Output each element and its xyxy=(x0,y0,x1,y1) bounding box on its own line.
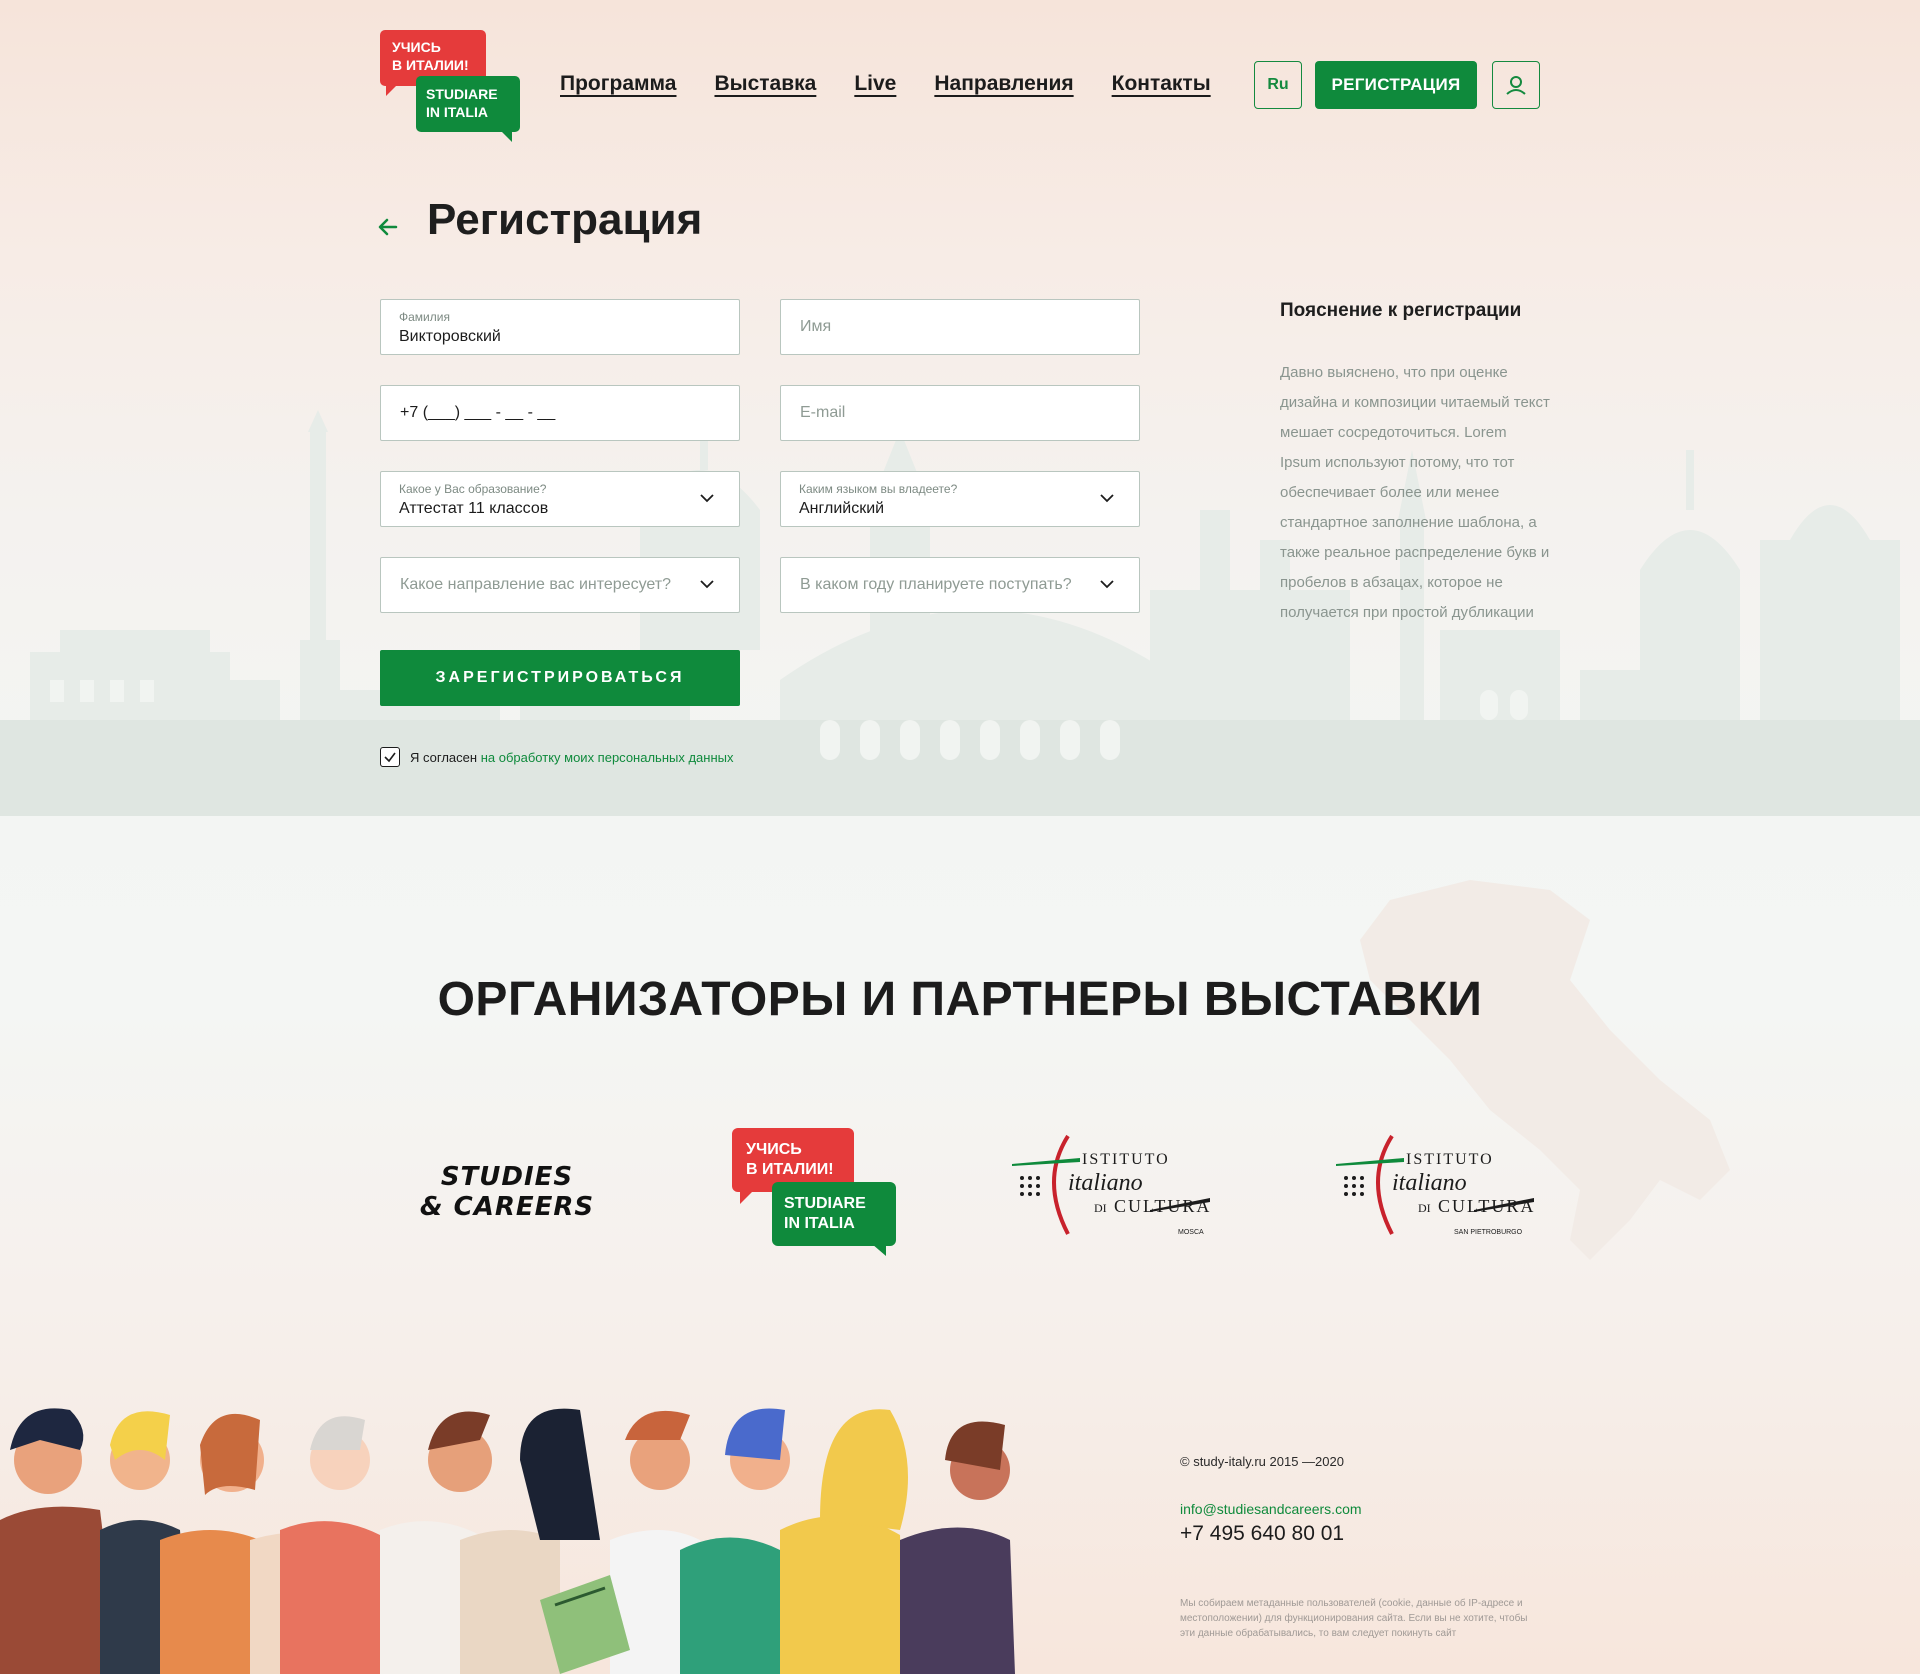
arrow-left-icon[interactable] xyxy=(376,215,402,239)
language-button[interactable]: Ru xyxy=(1254,61,1302,109)
chevron-down-icon xyxy=(700,494,714,503)
education-select[interactable]: Какое у Вас образование? Аттестат 11 кла… xyxy=(380,471,740,527)
account-button[interactable] xyxy=(1492,61,1540,109)
year-select[interactable]: В каком году планируете поступать? xyxy=(780,557,1140,613)
istituto-spb-city: SAN PIETROBURGO xyxy=(1454,1229,1523,1236)
logo-line1: УЧИСЬ xyxy=(392,39,441,55)
copyright-text: © study-italy.ru 2015 —2020 xyxy=(1180,1454,1344,1469)
students-illustration xyxy=(0,1408,1015,1674)
consent-label: Я согласен xyxy=(410,749,478,765)
page: УЧИСЬ В ИТАЛИИ! STUDIARE IN ITALIA Прогр… xyxy=(0,0,1920,1674)
studiare-logo[interactable]: УЧИСЬ В ИТАЛИИ! STUDIARE IN ITALIA xyxy=(380,30,520,142)
page-title: Регистрация xyxy=(427,195,703,244)
email-field[interactable]: E-mail xyxy=(780,385,1140,441)
istituto-san-pietroburgo-logo[interactable]: ISTITUTO italiano DI CULTURA SAN PIETROB… xyxy=(1334,1130,1534,1240)
direction-select[interactable]: Какое направление вас интересует? xyxy=(380,557,740,613)
language-value: Английский xyxy=(799,500,885,517)
consent-checkbox[interactable] xyxy=(380,747,400,767)
istituto-spb-line2: italiano xyxy=(1392,1170,1467,1196)
chevron-down-icon xyxy=(1100,494,1114,503)
consent-text: Я согласен на обработку моих персональны… xyxy=(410,750,733,765)
phone-value: +7 (___) ___ - __ - __ xyxy=(400,404,556,421)
nav-link-contacts[interactable]: Контакты xyxy=(1112,72,1211,96)
nav-link-exhibition[interactable]: Выставка xyxy=(714,72,816,96)
studies-careers-line1: STUDIES xyxy=(440,1162,574,1192)
user-icon xyxy=(1506,76,1526,95)
istituto-mosca-line2: italiano xyxy=(1068,1170,1143,1196)
istituto-spb-line4: CULTURA xyxy=(1438,1196,1534,1216)
footer-email-link[interactable]: info@studiesandcareers.com xyxy=(1180,1501,1362,1517)
explanation-title: Пояснение к регистрации xyxy=(1280,300,1522,321)
direction-placeholder: Какое направление вас интересует? xyxy=(400,576,672,593)
istituto-mosca-line4: CULTURA xyxy=(1114,1196,1210,1216)
main-nav: Программа Выставка Live Направления Конт… xyxy=(560,72,1211,96)
language-select[interactable]: Каким языком вы владеете? Английский xyxy=(780,471,1140,527)
education-label: Какое у Вас образование? xyxy=(399,482,547,496)
education-value: Аттестат 11 классов xyxy=(399,500,549,517)
partners-title: ОРГАНИЗАТОРЫ И ПАРТНЕРЫ ВЫСТАВКИ xyxy=(437,973,1483,1026)
first-name-field[interactable]: Имя xyxy=(780,299,1140,355)
explanation-text: Давно выяснено, что при оценке дизайна и… xyxy=(1280,364,1550,621)
submit-registration-button[interactable]: ЗАРЕГИСТРИРОВАТЬСЯ xyxy=(380,650,740,706)
last-name-value: Викторовский xyxy=(399,328,501,345)
last-name-field[interactable]: Фамилия Викторовский xyxy=(380,299,740,355)
studiare-partner-logo[interactable]: УЧИСЬ В ИТАЛИИ! STUDIARE IN ITALIA xyxy=(732,1128,896,1256)
header-register-button[interactable]: РЕГИСТРАЦИЯ xyxy=(1315,61,1477,109)
studies-careers-line2: & CAREERS xyxy=(419,1192,595,1222)
email-placeholder: E-mail xyxy=(800,404,846,421)
nav-link-live[interactable]: Live xyxy=(854,72,896,96)
nav-link-program[interactable]: Программа xyxy=(560,72,676,96)
istituto-spb-line1: ISTITUTO xyxy=(1406,1151,1494,1168)
consent-link[interactable]: на обработку моих персональных данных xyxy=(481,750,734,765)
istituto-mosca-line3: DI xyxy=(1094,1201,1107,1215)
last-name-label: Фамилия xyxy=(399,310,450,324)
partner-logo-line4: IN ITALIA xyxy=(784,1215,855,1232)
first-name-placeholder: Имя xyxy=(800,318,832,335)
studies-careers-logo[interactable]: STUDIES & CAREERS xyxy=(402,1162,612,1222)
partner-logo-line3: STUDIARE xyxy=(784,1195,866,1212)
nav-link-directions[interactable]: Направления xyxy=(934,72,1073,96)
phone-field[interactable]: +7 (___) ___ - __ - __ xyxy=(380,385,740,441)
chevron-down-icon xyxy=(1100,580,1114,589)
logo-line4: IN ITALIA xyxy=(426,104,488,120)
partner-logo-line1: УЧИСЬ xyxy=(746,1141,802,1158)
footer-phone[interactable]: +7 495 640 80 01 xyxy=(1180,1522,1344,1546)
cookie-notice: Мы собираем метаданные пользователей (co… xyxy=(1180,1598,1528,1639)
logo-line2: В ИТАЛИИ! xyxy=(392,57,469,73)
chevron-down-icon xyxy=(700,580,714,589)
istituto-spb-line3: DI xyxy=(1418,1201,1431,1215)
istituto-mosca-logo[interactable]: ISTITUTO italiano DI CULTURA MOSCA xyxy=(1010,1130,1210,1240)
logo-line3: STUDIARE xyxy=(426,86,498,102)
italy-map-illustration xyxy=(1360,880,1730,1260)
istituto-mosca-city: MOSCA xyxy=(1178,1229,1204,1236)
year-placeholder: В каком году планируете поступать? xyxy=(800,576,1072,593)
partner-logo-line2: В ИТАЛИИ! xyxy=(746,1161,834,1178)
language-label: Каким языком вы владеете? xyxy=(799,482,958,496)
istituto-mosca-line1: ISTITUTO xyxy=(1082,1151,1170,1168)
check-icon xyxy=(384,752,396,763)
consent-row: Я согласен на обработку моих персональны… xyxy=(380,747,733,767)
